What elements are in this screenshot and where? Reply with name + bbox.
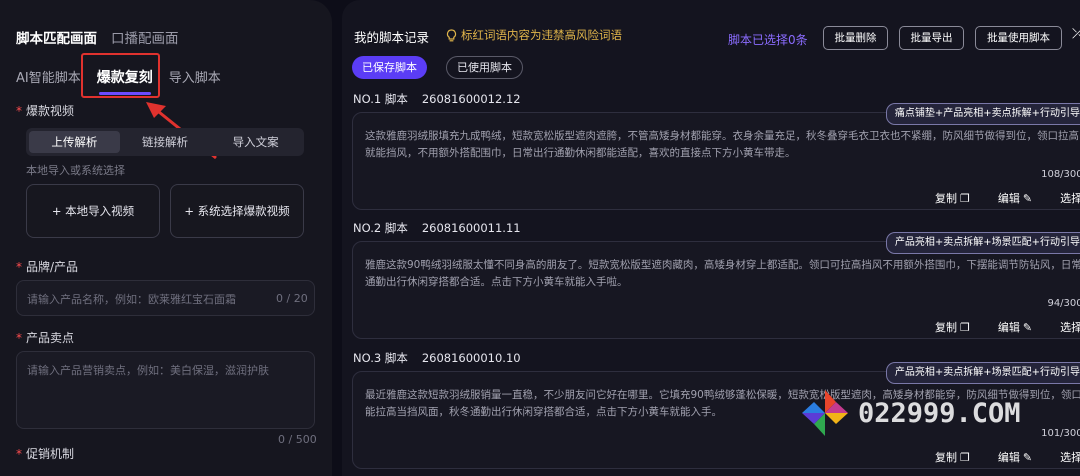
script-card: 产品亮相+卖点拆解+场景匹配+行动引导 雅鹿这款90鸭绒羽绒服太懂不同身高的朋友… <box>352 232 1080 339</box>
select-label: 选择 <box>1060 192 1080 205</box>
char-count: 101/3000 <box>1041 428 1080 439</box>
brand-input[interactable]: 请输入产品名称，例如：欧莱雅红宝石面霜 <box>16 280 315 316</box>
record-id: 26081600011.11 <box>421 221 521 235</box>
script-text: 雅鹿这款90鸭绒羽绒服太懂不同身高的朋友了。短款宽松版型遮肉藏肉，高矮身材穿上都… <box>365 259 1080 288</box>
selling-points-label-text: 产品卖点 <box>26 331 75 345</box>
edit-label: 编辑 <box>997 192 1020 205</box>
batch-export-button[interactable]: 批量导出 <box>899 26 964 50</box>
script-card: 痛点铺垫+产品亮相+卖点拆解+行动引导 这款雅鹿羽绒服填充九成鸭绒，短款宽松版型… <box>352 103 1080 210</box>
watermark: 022999.COM <box>800 388 1021 438</box>
watermark-logo-icon <box>802 390 848 436</box>
record-id: 26081600012.12 <box>421 92 521 106</box>
viral-video-label-text: 爆款视频 <box>26 104 75 118</box>
tab-script-match[interactable]: 脚本匹配画面 <box>16 27 97 47</box>
collapse-icon[interactable]: ⤫ <box>1072 26 1080 42</box>
edit-button[interactable]: 编辑 ✎ <box>998 190 1032 206</box>
tab-used-scripts[interactable]: 已使用脚本 <box>446 56 523 79</box>
segment-upload-parse[interactable]: 上传解析 <box>29 131 120 153</box>
record-number: NO.1 脚本 <box>353 92 408 106</box>
record-id: 26081600010.10 <box>421 351 521 365</box>
edit-label: 编辑 <box>997 321 1020 334</box>
required-mark: * <box>16 104 22 118</box>
watermark-text: 022999.COM <box>858 397 1021 429</box>
record-number: NO.3 脚本 <box>353 351 408 365</box>
mode-tabs: 脚本匹配画面 口播配画面 <box>16 27 179 47</box>
card-actions: 复制 ❐ 编辑 ✎ 选择 <box>935 190 1080 206</box>
tab-import-script[interactable]: 导入脚本 <box>169 67 221 87</box>
risk-word-tip-text: 标红词语内容为违禁高风险词语 <box>461 28 622 42</box>
record-header: NO.3 脚本 26081600010.10 <box>353 350 521 366</box>
batch-use-script-button[interactable]: 批量使用脚本 <box>975 26 1062 50</box>
edit-button[interactable]: 编辑 ✎ <box>998 319 1032 335</box>
source-hint: 本地导入或系统选择 <box>26 164 125 177</box>
pencil-icon: ✎ <box>1022 320 1033 334</box>
pencil-icon: ✎ <box>1022 450 1033 464</box>
card-actions: 复制 ❐ 编辑 ✎ 选择 <box>935 319 1080 335</box>
edit-button[interactable]: 编辑 ✎ <box>998 449 1032 465</box>
char-count: 94/3000 <box>1047 298 1080 309</box>
annotation-highlight-box <box>81 53 160 98</box>
char-count: 108/3000 <box>1041 169 1080 180</box>
copy-button[interactable]: 复制 ❐ <box>935 449 970 465</box>
required-mark: * <box>16 447 22 461</box>
select-button[interactable]: 选择 <box>1060 319 1080 335</box>
local-import-video-button[interactable]: + 本地导入视频 <box>26 184 160 238</box>
segment-link-parse[interactable]: 链接解析 <box>120 131 211 153</box>
brand-label: * 品牌/产品 <box>16 258 78 275</box>
lightbulb-icon <box>446 28 457 41</box>
tab-voiceover-match[interactable]: 口播配画面 <box>111 27 179 47</box>
select-label: 选择 <box>1060 321 1080 334</box>
edit-label: 编辑 <box>997 451 1020 464</box>
copy-icon: ❐ <box>960 191 970 205</box>
copy-button[interactable]: 复制 ❐ <box>935 319 970 335</box>
selected-count: 脚本已选择0条 <box>728 33 808 47</box>
copy-label: 复制 <box>935 451 957 464</box>
selling-points-label: * 产品卖点 <box>16 329 74 346</box>
card-actions: 复制 ❐ 编辑 ✎ 选择 <box>935 449 1080 465</box>
record-number: NO.2 脚本 <box>353 221 408 235</box>
select-button[interactable]: 选择 <box>1060 449 1080 465</box>
brand-label-text: 品牌/产品 <box>26 260 79 274</box>
left-panel: 脚本匹配画面 口播配画面 AI智能脚本 爆款复刻 导入脚本 * 爆款视频 上传解析… <box>0 0 332 476</box>
tab-saved-scripts[interactable]: 已保存脚本 <box>352 56 427 79</box>
structure-tag: 产品亮相+卖点拆解+场景匹配+行动引导 <box>885 362 1080 384</box>
structure-tag: 产品亮相+卖点拆解+场景匹配+行动引导 <box>885 232 1080 254</box>
viral-video-label: * 爆款视频 <box>16 102 74 119</box>
script-records-title: 我的脚本记录 <box>354 30 430 45</box>
required-mark: * <box>16 260 22 274</box>
structure-tag: 痛点铺垫+产品亮相+卖点拆解+行动引导 <box>885 103 1080 125</box>
selling-points-input[interactable]: 请输入产品营销卖点，例如：美白保湿，滋润护肤 <box>16 351 315 429</box>
system-select-video-button[interactable]: + 系统选择爆款视频 <box>170 184 304 238</box>
copy-label: 复制 <box>935 321 957 334</box>
record-header: NO.2 脚本 26081600011.11 <box>353 220 521 236</box>
copy-icon: ❐ <box>960 320 970 334</box>
record-header: NO.1 脚本 26081600012.12 <box>353 91 521 107</box>
pencil-icon: ✎ <box>1022 191 1033 205</box>
tab-ai-script[interactable]: AI智能脚本 <box>16 67 81 87</box>
select-label: 选择 <box>1060 451 1080 464</box>
copy-label: 复制 <box>935 192 957 205</box>
brand-counter: 0 / 20 <box>276 292 308 305</box>
segment-import-copy[interactable]: 导入文案 <box>210 131 301 153</box>
required-mark: * <box>16 331 22 345</box>
script-text: 这款雅鹿羽绒服填充九成鸭绒，短款宽松版型遮肉遮胯，不管高矮身材都能穿。衣身余量充… <box>365 130 1079 159</box>
selling-points-counter: 0 / 500 <box>278 433 317 446</box>
copy-icon: ❐ <box>960 450 970 464</box>
copy-button[interactable]: 复制 ❐ <box>935 190 970 206</box>
promo-label-text: 促销机制 <box>26 447 75 461</box>
batch-delete-button[interactable]: 批量删除 <box>823 26 888 50</box>
risk-word-tip: 标红词语内容为违禁高风险词语 <box>446 27 622 43</box>
select-button[interactable]: 选择 <box>1060 190 1080 206</box>
viral-video-source-segment: 上传解析 链接解析 导入文案 <box>26 128 304 156</box>
promo-label: * 促销机制 <box>16 445 74 462</box>
